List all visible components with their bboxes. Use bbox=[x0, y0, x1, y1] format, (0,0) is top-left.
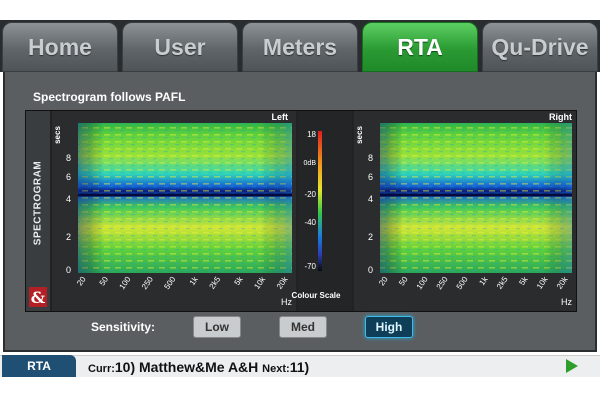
colour-scale-tick: 18 bbox=[307, 130, 316, 139]
rta-panel: Spectrogram follows PAFL SPECTROGRAM & L… bbox=[3, 72, 597, 352]
left-y-tick: 2 bbox=[66, 232, 71, 242]
sensitivity-high-button[interactable]: High bbox=[365, 316, 413, 338]
left-y-tick: 6 bbox=[66, 172, 71, 182]
right-y-tick: 0 bbox=[368, 265, 373, 275]
colour-scale-panel bbox=[298, 111, 352, 311]
left-y-tick: 4 bbox=[66, 194, 71, 204]
tab-qu-drive[interactable]: Qu-Drive bbox=[482, 22, 598, 72]
right-y-tick: 2 bbox=[368, 232, 373, 242]
right-y-tick: 8 bbox=[368, 153, 373, 163]
spectrogram-area: SPECTROGRAM & Left secs 8 6 4 2 0 Right … bbox=[25, 110, 577, 312]
right-y-tick: 4 bbox=[368, 194, 373, 204]
colour-scale-tick: 0dB bbox=[304, 160, 317, 167]
right-channel-title: Right bbox=[549, 112, 572, 122]
curr-label: Curr: bbox=[88, 363, 115, 375]
left-x-unit: Hz bbox=[281, 297, 292, 307]
scene-info: Curr:10) Matthew&Me A&H Next:11) bbox=[88, 359, 309, 375]
right-y-tick: 6 bbox=[368, 172, 373, 182]
colour-scale-bar bbox=[318, 131, 322, 271]
colour-scale-tick: -70 bbox=[304, 262, 316, 271]
left-y-tick: 0 bbox=[66, 265, 71, 275]
tab-user[interactable]: User bbox=[122, 22, 238, 72]
play-icon[interactable] bbox=[566, 359, 578, 373]
tab-meters[interactable]: Meters bbox=[242, 22, 358, 72]
right-x-unit: Hz bbox=[561, 297, 572, 307]
colour-scale-tick: -40 bbox=[304, 218, 316, 227]
sensitivity-med-button[interactable]: Med bbox=[279, 316, 327, 338]
left-y-unit: secs bbox=[53, 126, 62, 144]
status-mode-badge[interactable]: RTA bbox=[2, 355, 76, 377]
sensitivity-label: Sensitivity: bbox=[91, 320, 156, 334]
left-y-tick: 8 bbox=[66, 153, 71, 163]
right-y-unit: secs bbox=[355, 126, 364, 144]
next-label: Next: bbox=[262, 363, 290, 375]
tab-rta[interactable]: RTA bbox=[362, 22, 478, 72]
sensitivity-low-button[interactable]: Low bbox=[193, 316, 241, 338]
colour-scale-label: Colour Scale bbox=[292, 291, 341, 300]
next-scene: 11) bbox=[289, 359, 310, 375]
left-channel-title: Left bbox=[272, 112, 289, 122]
colour-scale-tick: -20 bbox=[304, 190, 316, 199]
panel-title: Spectrogram follows PAFL bbox=[33, 90, 186, 104]
tab-home[interactable]: Home bbox=[2, 22, 118, 72]
tab-bar: Home User Meters RTA Qu-Drive bbox=[0, 20, 600, 72]
spectrogram-graphics: Left secs 8 6 4 2 0 Right secs 8 6 4 2 0… bbox=[52, 111, 576, 311]
curr-scene: 10) Matthew&Me A&H bbox=[114, 359, 259, 375]
